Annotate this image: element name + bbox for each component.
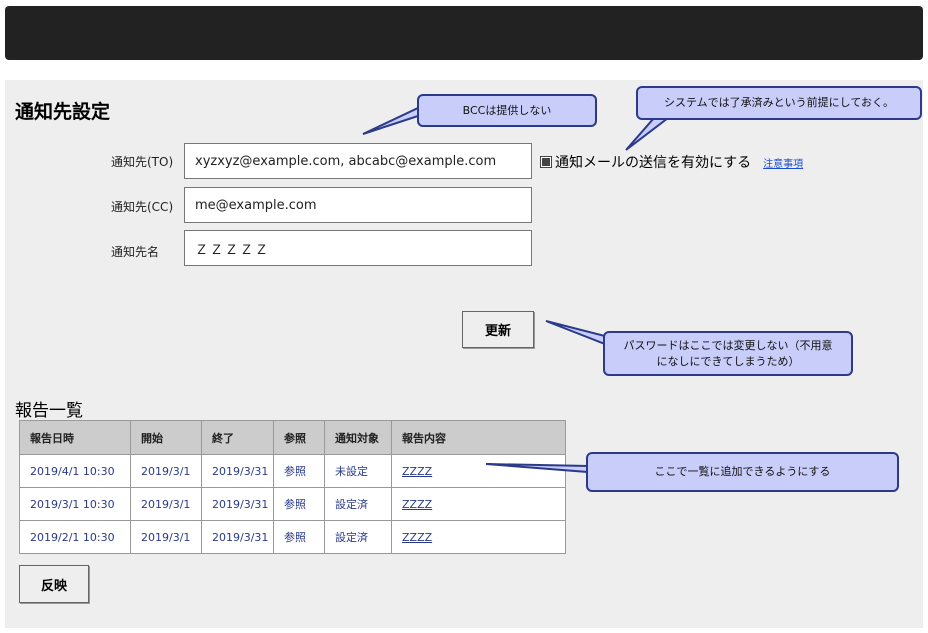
callout-bcc: BCCは提供しない bbox=[417, 94, 597, 127]
callout-tail-password bbox=[545, 320, 606, 346]
callout-tail-list bbox=[485, 463, 589, 474]
callout-system: システムでは了承済みという前提にしておく。 bbox=[636, 86, 922, 120]
callout-tail-system bbox=[625, 117, 671, 151]
callout-tail-bcc bbox=[362, 106, 419, 135]
callout-list: ここで一覧に追加できるようにする bbox=[586, 452, 899, 492]
callout-password: パスワードはここでは変更しない（不用意 になしにできてしまうため） bbox=[603, 331, 853, 376]
